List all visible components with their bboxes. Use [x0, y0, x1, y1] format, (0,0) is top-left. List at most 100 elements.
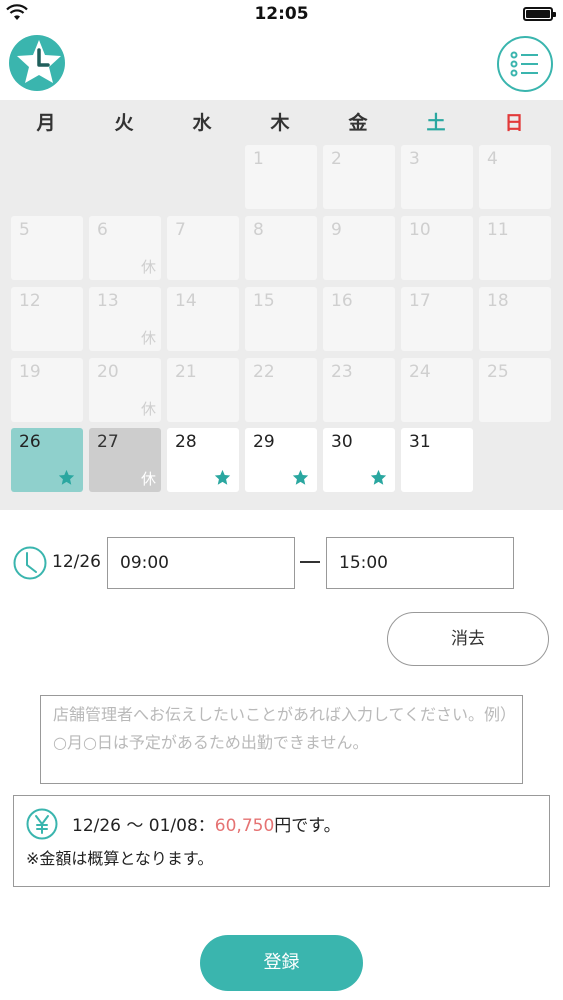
day-number: 17 [409, 291, 431, 311]
star-icon [214, 469, 231, 485]
calendar-day: 5 [11, 216, 83, 280]
holiday-mark: 休 [140, 400, 156, 418]
calendar-day[interactable]: 29 [245, 428, 317, 492]
day-number: 25 [487, 362, 509, 382]
weekday-thu: 木 [270, 112, 290, 134]
clock-icon [13, 546, 47, 580]
calendar-day: 23 [323, 358, 395, 422]
clear-button[interactable]: 消去 [387, 612, 549, 666]
calendar-day: 16 [323, 287, 395, 351]
calendar-day: 10 [401, 216, 473, 280]
calendar-day: 12 [11, 287, 83, 351]
calendar-day: 24 [401, 358, 473, 422]
weekday-header: 月 火 水 木 金 土 日 [0, 100, 563, 140]
register-button[interactable]: 登録 [200, 935, 363, 991]
day-number: 11 [487, 220, 509, 240]
day-number: 9 [331, 220, 342, 240]
calendar-day: 13 休 [89, 287, 161, 351]
calendar-day: 7 [167, 216, 239, 280]
end-time-input[interactable]: 15:00 [326, 537, 514, 589]
estimate-range: 12/26 〜 01/08： [72, 816, 215, 836]
calendar-day: 18 [479, 287, 551, 351]
estimate-line: 12/26 〜 01/08：60,750円です。 [72, 811, 341, 836]
calendar-day: 25 [479, 358, 551, 422]
day-number: 20 [97, 362, 119, 382]
day-number: 16 [331, 291, 353, 311]
day-number: 1 [253, 149, 264, 169]
calendar-day: 2 [323, 145, 395, 209]
calendar-day[interactable]: 30 [323, 428, 395, 492]
holiday-mark: 休 [140, 470, 156, 488]
star-icon [370, 469, 387, 485]
calendar-day: 3 [401, 145, 473, 209]
day-number: 8 [253, 220, 264, 240]
status-bar: 12:05 [0, 0, 563, 30]
star-clock-logo-icon[interactable] [8, 34, 66, 92]
calendar-day: 20 休 [89, 358, 161, 422]
holiday-mark: 休 [140, 329, 156, 347]
weekday-fri: 金 [348, 112, 368, 134]
calendar-day: 17 [401, 287, 473, 351]
day-number: 6 [97, 220, 108, 240]
day-number: 19 [19, 362, 41, 382]
calendar-day: 15 [245, 287, 317, 351]
weekday-tue: 火 [114, 112, 134, 134]
day-number: 27 [97, 432, 119, 452]
calendar-day[interactable]: 28 [167, 428, 239, 492]
calendar: 月 火 水 木 金 土 日 1 2 3 4 5 6 休 7 8 9 10 11 12 13 休 14 15 16 1… [0, 100, 563, 510]
day-number: 7 [175, 220, 186, 240]
day-number: 2 [331, 149, 342, 169]
day-number: 31 [409, 432, 431, 452]
start-time-input[interactable]: 09:00 [107, 537, 295, 589]
calendar-day: 11 [479, 216, 551, 280]
day-number: 5 [19, 220, 30, 240]
shift-date: 12/26 [52, 552, 101, 572]
note-textarea[interactable]: 店舗管理者へお伝えしたいことがあれば入力してください。例）○月○日は予定があるた… [40, 695, 523, 784]
list-menu-icon [510, 51, 538, 77]
day-number: 15 [253, 291, 275, 311]
calendar-day: 8 [245, 216, 317, 280]
estimate-suffix: 円です。 [274, 816, 341, 836]
day-number: 13 [97, 291, 119, 311]
day-number: 24 [409, 362, 431, 382]
day-number: 26 [19, 432, 41, 452]
day-number: 3 [409, 149, 420, 169]
estimate-amount: 60,750 [214, 816, 275, 836]
calendar-day: 21 [167, 358, 239, 422]
day-number: 10 [409, 220, 431, 240]
estimate-box: 12/26 〜 01/08：60,750円です。 ※金額は概算となります。 [13, 795, 550, 887]
calendar-day: 14 [167, 287, 239, 351]
day-number: 23 [331, 362, 353, 382]
estimate-disclaimer: ※金額は概算となります。 [26, 849, 214, 868]
day-number: 29 [253, 432, 275, 452]
weekday-sun: 日 [504, 112, 524, 134]
weekday-wed: 水 [192, 112, 212, 134]
star-icon [58, 469, 75, 485]
day-number: 14 [175, 291, 197, 311]
holiday-mark: 休 [140, 258, 156, 276]
calendar-day: 1 [245, 145, 317, 209]
calendar-day[interactable]: 31 [401, 428, 473, 492]
weekday-sat: 土 [426, 112, 446, 134]
list-menu-button[interactable] [497, 36, 553, 92]
day-number: 4 [487, 149, 498, 169]
weekday-mon: 月 [36, 112, 56, 134]
day-number: 12 [19, 291, 41, 311]
time-range-dash [300, 561, 320, 563]
battery-icon [523, 7, 556, 21]
status-time: 12:05 [254, 4, 309, 24]
calendar-day: 6休 [89, 216, 161, 280]
day-number: 21 [175, 362, 197, 382]
day-number: 22 [253, 362, 275, 382]
day-number: 30 [331, 432, 353, 452]
day-number: 28 [175, 432, 197, 452]
calendar-day: 9 [323, 216, 395, 280]
star-icon [292, 469, 309, 485]
day-number: 18 [487, 291, 509, 311]
calendar-day[interactable]: 26 [11, 428, 83, 492]
calendar-day: 22 [245, 358, 317, 422]
calendar-day: 19 [11, 358, 83, 422]
calendar-day: 4 [479, 145, 551, 209]
calendar-day[interactable]: 27 休 [89, 428, 161, 492]
yen-icon [26, 808, 58, 840]
